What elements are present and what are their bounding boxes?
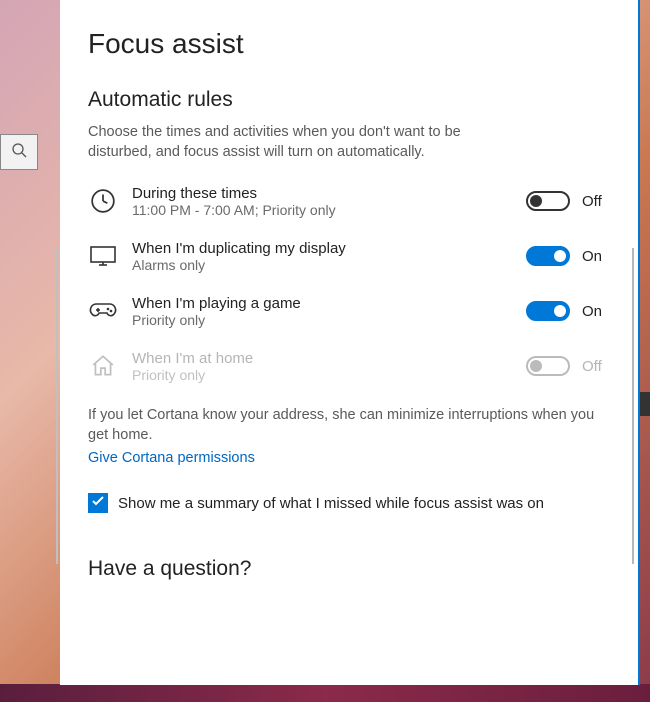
background-window-edge [640, 392, 650, 416]
scrollbar[interactable] [632, 248, 634, 564]
summary-checkbox-label: Show me a summary of what I missed while… [118, 495, 544, 512]
rule-at-home: When I'm at home Priority only Off [88, 350, 610, 383]
toggle-duplicating-display[interactable] [526, 246, 570, 266]
rule-subtitle: Priority only [132, 367, 526, 383]
monitor-icon [88, 241, 118, 271]
home-icon [88, 351, 118, 381]
rule-title: When I'm at home [132, 350, 526, 367]
cortana-note: If you let Cortana know your address, sh… [88, 405, 610, 446]
gamepad-icon [88, 296, 118, 326]
check-icon [91, 494, 105, 513]
rule-subtitle: Alarms only [132, 257, 526, 273]
toggle-during-these-times[interactable] [526, 191, 570, 211]
section-description: Choose the times and activities when you… [88, 122, 528, 163]
left-scroll-indicator [56, 248, 58, 564]
toggle-label: On [582, 248, 610, 265]
desktop-taskbar [0, 684, 650, 702]
toggle-label: On [582, 303, 610, 320]
search-icon [11, 142, 27, 163]
toggle-label: Off [582, 358, 610, 375]
section-title-automatic-rules: Automatic rules [88, 88, 610, 112]
rule-subtitle: 11:00 PM - 7:00 AM; Priority only [132, 202, 526, 218]
rule-playing-game[interactable]: When I'm playing a game Priority only On [88, 295, 610, 328]
toggle-playing-game[interactable] [526, 301, 570, 321]
taskbar-search-button[interactable] [0, 134, 38, 170]
summary-checkbox-row[interactable]: Show me a summary of what I missed while… [88, 493, 610, 513]
page-title: Focus assist [88, 28, 610, 60]
section-title-have-a-question: Have a question? [88, 557, 610, 581]
toggle-label: Off [582, 193, 610, 210]
clock-icon [88, 186, 118, 216]
settings-window: Focus assist Automatic rules Choose the … [60, 0, 640, 685]
toggle-at-home [526, 356, 570, 376]
rule-during-these-times[interactable]: During these times 11:00 PM - 7:00 AM; P… [88, 185, 610, 218]
rule-subtitle: Priority only [132, 312, 526, 328]
rule-title: During these times [132, 185, 526, 202]
rule-duplicating-display[interactable]: When I'm duplicating my display Alarms o… [88, 240, 610, 273]
rule-title: When I'm playing a game [132, 295, 526, 312]
summary-checkbox[interactable] [88, 493, 108, 513]
rule-title: When I'm duplicating my display [132, 240, 526, 257]
give-cortana-permissions-link[interactable]: Give Cortana permissions [88, 450, 255, 466]
